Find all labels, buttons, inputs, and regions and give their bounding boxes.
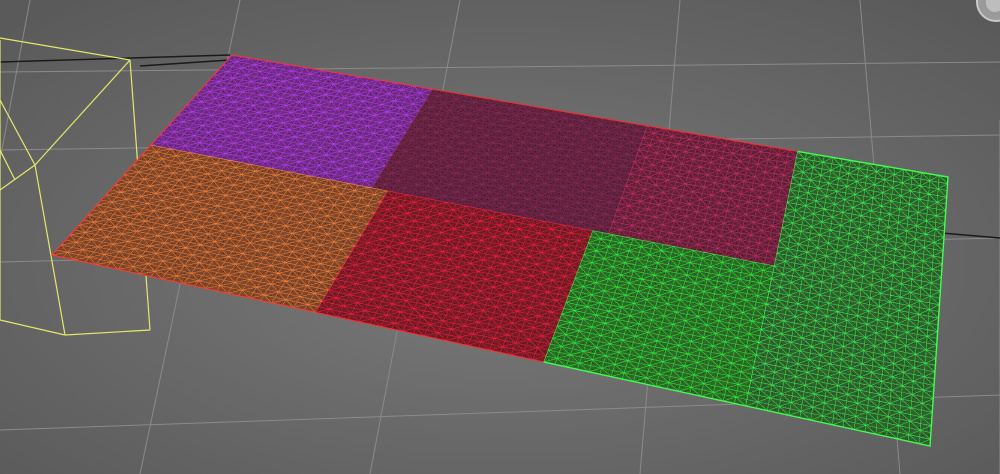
3d-viewport[interactable] [0,0,1000,474]
scene-canvas[interactable] [0,0,1000,474]
